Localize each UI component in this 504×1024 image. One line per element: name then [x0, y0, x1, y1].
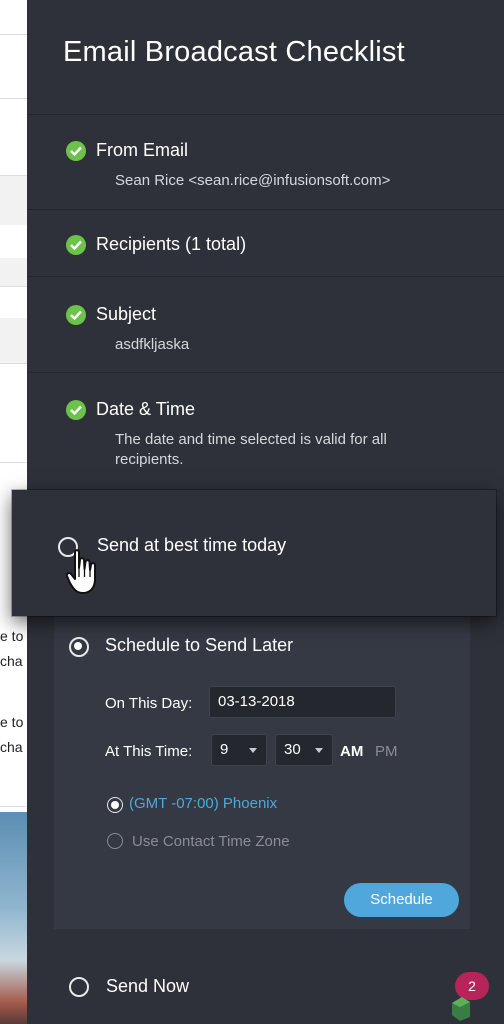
date-input[interactable]: 03-13-2018 — [209, 686, 396, 718]
am-toggle[interactable]: AM — [340, 743, 363, 760]
contact-timezone-label[interactable]: Use Contact Time Zone — [132, 833, 290, 850]
panel-title: Email Broadcast Checklist — [63, 36, 405, 68]
divider — [0, 806, 30, 807]
time-label: At This Time: — [105, 743, 193, 760]
contact-timezone-radio[interactable] — [107, 833, 123, 849]
background-text: cha — [0, 739, 23, 755]
checklist-item-subtitle: recipients. — [115, 451, 184, 468]
divider — [0, 34, 30, 35]
divider — [27, 372, 504, 373]
checklist-item-title: Recipients (1 total) — [96, 234, 247, 254]
minute-select[interactable]: 30 — [275, 734, 333, 766]
hour-value: 9 — [220, 741, 229, 758]
background-text: e to — [0, 628, 24, 644]
checklist-item-title: Date & Time — [96, 399, 196, 419]
best-time-option[interactable]: Send at best time today — [12, 490, 496, 616]
background-photo — [0, 812, 30, 1024]
hour-select[interactable]: 9 — [211, 734, 267, 766]
divider — [27, 114, 504, 115]
divider — [0, 363, 30, 364]
minute-value: 30 — [284, 741, 301, 758]
checklist-item-title: From Email — [96, 140, 189, 160]
app-logo-icon — [452, 997, 470, 1021]
background-row — [0, 175, 30, 225]
chevron-down-icon — [315, 748, 323, 753]
check-circle-icon — [66, 400, 86, 420]
divider — [0, 98, 30, 99]
check-circle-icon — [66, 305, 86, 325]
checklist-item-title: Subject — [96, 304, 157, 324]
schedule-later-label[interactable]: Schedule to Send Later — [105, 635, 293, 656]
timezone-phoenix-label[interactable]: (GMT -07:00) Phoenix — [129, 795, 277, 812]
divider — [0, 286, 30, 287]
checklist-item-subtitle: The date and time selected is valid for … — [115, 431, 387, 448]
divider — [27, 276, 504, 277]
checklist-item-subtitle: Sean Rice <sean.rice@infusionsoft.com> — [115, 172, 391, 189]
background-row — [0, 258, 30, 286]
send-now-radio[interactable] — [69, 977, 89, 997]
send-now-label[interactable]: Send Now — [106, 976, 189, 997]
divider — [27, 209, 504, 210]
schedule-later-radio[interactable] — [69, 637, 89, 657]
pm-toggle[interactable]: PM — [375, 743, 398, 760]
divider — [0, 175, 30, 176]
hand-cursor-icon — [66, 549, 96, 594]
best-time-label[interactable]: Send at best time today — [97, 535, 286, 556]
schedule-button[interactable]: Schedule — [344, 883, 459, 917]
divider — [0, 462, 30, 463]
check-circle-icon — [66, 141, 86, 161]
timezone-phoenix-radio[interactable] — [107, 797, 123, 813]
checklist-item-subtitle: asdfkljaska — [115, 336, 190, 353]
background-row — [0, 318, 30, 363]
chevron-down-icon — [249, 748, 257, 753]
background-text: e to — [0, 714, 24, 730]
check-circle-icon — [66, 235, 86, 255]
day-label: On This Day: — [105, 695, 193, 712]
background-text: cha — [0, 653, 23, 669]
